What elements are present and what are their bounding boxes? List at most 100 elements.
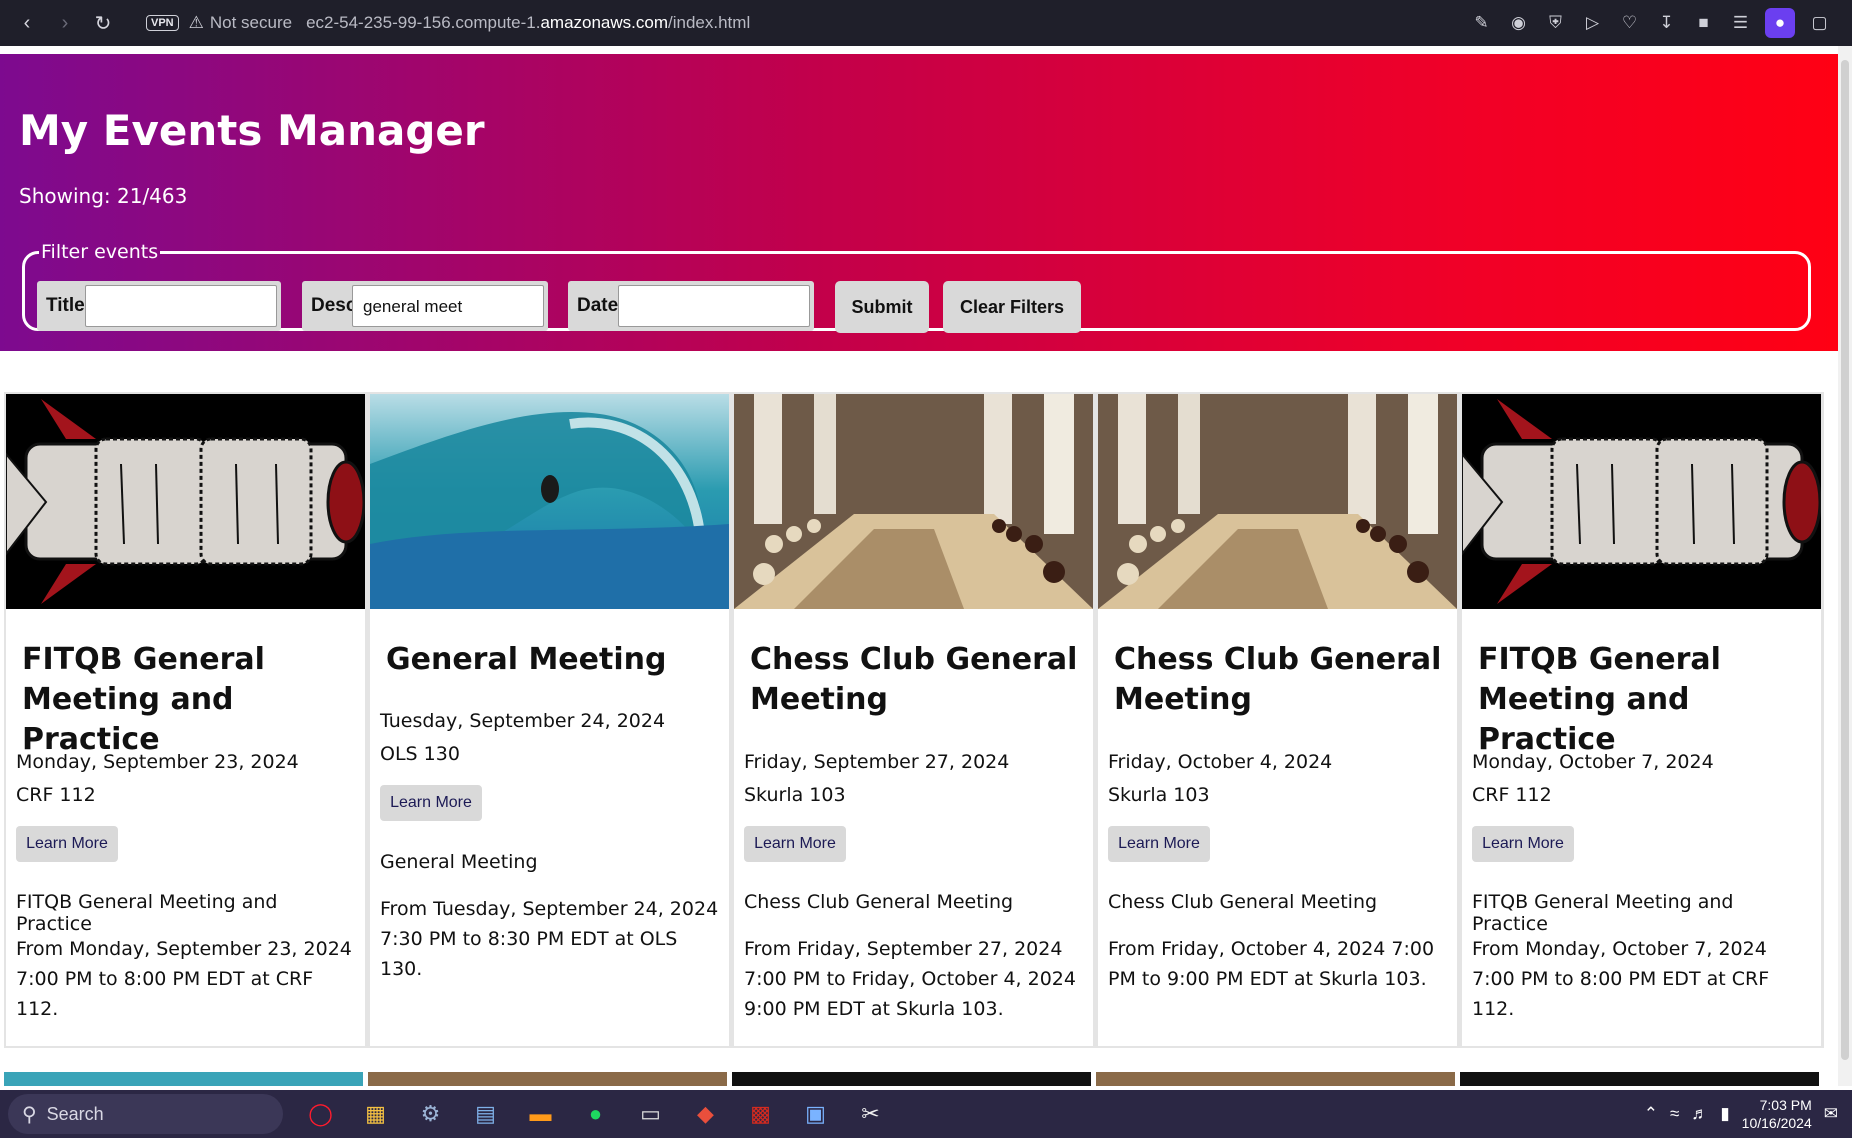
not-secure-label[interactable]: Not secure bbox=[210, 13, 292, 33]
surf-image-peek bbox=[4, 1072, 363, 1086]
address-bar[interactable]: ec2-54-235-99-156.compute-1.amazonaws.co… bbox=[306, 13, 750, 33]
page-title: My Events Manager bbox=[19, 106, 485, 155]
title-filter-input[interactable] bbox=[85, 285, 277, 327]
browser-toolbar: ‹ › ↻ VPN ⚠ Not secure ec2-54-235-99-156… bbox=[0, 0, 1852, 46]
event-description: FITQB General Meeting and Practice bbox=[1472, 891, 1734, 935]
chess-image bbox=[1098, 394, 1457, 609]
url-domain: amazonaws.com bbox=[540, 13, 669, 32]
learn-more-button[interactable]: Learn More bbox=[16, 826, 118, 862]
learn-more-button[interactable]: Learn More bbox=[744, 826, 846, 862]
desc-filter-input[interactable]: general meet bbox=[352, 285, 544, 327]
rocket-image bbox=[1462, 394, 1821, 609]
download-icon[interactable]: ↧ bbox=[1648, 5, 1685, 42]
system-tray: ⌃ ≈ ♬ ▮ 7:03 PM 10/16/2024 ✉ bbox=[1644, 1090, 1838, 1138]
event-card: Chess Club General Meeting Friday, Septe… bbox=[734, 394, 1093, 1046]
monitor-icon[interactable]: ▤ bbox=[458, 1092, 513, 1136]
event-date: Friday, October 4, 2024 bbox=[1108, 751, 1333, 773]
search-label: Search bbox=[46, 1103, 104, 1124]
desc-filter: Desc general meet bbox=[302, 281, 548, 331]
rocket-image bbox=[6, 394, 365, 609]
chess-image bbox=[734, 394, 1093, 609]
date-filter-input[interactable] bbox=[618, 285, 810, 327]
browser-nav: ‹ › ↻ bbox=[8, 4, 122, 42]
spotify-icon[interactable]: ● bbox=[568, 1092, 623, 1136]
terminal-icon[interactable]: ▭ bbox=[623, 1092, 678, 1136]
heart-icon[interactable]: ♡ bbox=[1611, 5, 1648, 42]
rocket-image-peek bbox=[732, 1072, 1091, 1086]
clock[interactable]: 7:03 PM 10/16/2024 bbox=[1742, 1096, 1812, 1132]
back-icon[interactable]: ‹ bbox=[8, 4, 46, 42]
chess-image-peek bbox=[368, 1072, 727, 1086]
event-details: From Monday, September 23, 2024 7:00 PM … bbox=[16, 938, 352, 1020]
learn-more-button[interactable]: Learn More bbox=[1108, 826, 1210, 862]
event-title: Chess Club General Meeting bbox=[1114, 642, 1442, 717]
reload-icon[interactable]: ↻ bbox=[84, 4, 122, 42]
shield-icon[interactable]: ⛨ bbox=[1537, 5, 1574, 42]
file-explorer-icon[interactable]: ▦ bbox=[348, 1092, 403, 1136]
clock-date: 10/16/2024 bbox=[1741, 1115, 1812, 1131]
event-description: Chess Club General Meeting bbox=[1108, 891, 1378, 913]
scrollbar-thumb[interactable] bbox=[1841, 60, 1849, 1060]
snipping-icon[interactable]: ✂ bbox=[843, 1092, 898, 1136]
warning-icon: ⚠ bbox=[188, 13, 204, 32]
page-header: My Events Manager Showing: 21/463 Filter… bbox=[0, 54, 1838, 351]
camera-icon[interactable]: ◉ bbox=[1500, 5, 1537, 42]
vpn-badge[interactable]: VPN bbox=[146, 15, 179, 31]
showing-count: Showing: 21/463 bbox=[19, 184, 188, 208]
event-title: General Meeting bbox=[386, 642, 667, 677]
opera-icon[interactable]: ◯ bbox=[293, 1092, 348, 1136]
event-location: OLS 130 bbox=[380, 743, 460, 765]
title-filter: Title bbox=[37, 281, 281, 331]
event-date: Tuesday, September 24, 2024 bbox=[380, 710, 666, 732]
surf-image bbox=[370, 394, 729, 609]
network-icon[interactable]: ▣ bbox=[788, 1092, 843, 1136]
event-title: FITQB General Meeting and Practice bbox=[1478, 642, 1721, 757]
chess-image-peek bbox=[1096, 1072, 1455, 1086]
extensions-icon[interactable]: ▢ bbox=[1801, 5, 1838, 42]
sidebar-icon[interactable]: ■ bbox=[1685, 5, 1722, 42]
event-card: Chess Club General Meeting Friday, Octob… bbox=[1098, 394, 1457, 1046]
event-location: CRF 112 bbox=[16, 784, 96, 806]
sublime-icon[interactable]: ▬ bbox=[513, 1092, 568, 1136]
page-scrollbar[interactable] bbox=[1838, 46, 1852, 1086]
event-details: From Friday, October 4, 2024 7:00 PM to … bbox=[1108, 938, 1435, 990]
menu-icon[interactable]: ☰ bbox=[1722, 5, 1759, 42]
event-description: Chess Club General Meeting bbox=[744, 891, 1014, 913]
clear-filters-button[interactable]: Clear Filters bbox=[943, 281, 1081, 333]
event-location: Skurla 103 bbox=[744, 784, 846, 806]
clock-time: 7:03 PM bbox=[1759, 1097, 1812, 1113]
events-grid: FITQB General Meeting and Practice Monda… bbox=[4, 392, 1824, 1048]
event-description: General Meeting bbox=[380, 851, 538, 873]
event-location: Skurla 103 bbox=[1108, 784, 1210, 806]
wifi-icon[interactable]: ≈ bbox=[1670, 1104, 1679, 1124]
play-icon[interactable]: ▷ bbox=[1574, 5, 1611, 42]
edit-icon[interactable]: ✎ bbox=[1463, 5, 1500, 42]
next-row-peek bbox=[4, 1072, 1824, 1086]
learn-more-button[interactable]: Learn More bbox=[380, 785, 482, 821]
filter-fieldset: Filter events Title Desc general meet Da… bbox=[22, 241, 1811, 333]
filezilla-icon[interactable]: ▩ bbox=[733, 1092, 788, 1136]
notification-icon[interactable]: ✉ bbox=[1824, 1104, 1838, 1124]
forward-icon[interactable]: › bbox=[46, 4, 84, 42]
taskbar-search[interactable]: ⚲ Search bbox=[8, 1094, 283, 1134]
url-prefix: ec2-54-235-99-156.compute-1. bbox=[306, 13, 541, 32]
settings-icon[interactable]: ⚙ bbox=[403, 1092, 458, 1136]
battery-icon[interactable]: ▮ bbox=[1720, 1104, 1729, 1124]
rocket-image-peek bbox=[1460, 1072, 1819, 1086]
url-path: /index.html bbox=[668, 13, 751, 32]
event-date: Friday, September 27, 2024 bbox=[744, 751, 1010, 773]
event-card: FITQB General Meeting and Practice Monda… bbox=[6, 394, 365, 1046]
event-card: FITQB General Meeting and Practice Monda… bbox=[1462, 394, 1821, 1046]
learn-more-button[interactable]: Learn More bbox=[1472, 826, 1574, 862]
profile-icon[interactable]: ● bbox=[1765, 8, 1795, 38]
speaker-muted-icon[interactable]: ♬ bbox=[1691, 1104, 1708, 1124]
chevron-up-icon[interactable]: ⌃ bbox=[1644, 1104, 1658, 1124]
submit-button[interactable]: Submit bbox=[835, 281, 929, 333]
event-date: Monday, September 23, 2024 bbox=[16, 751, 299, 773]
event-description: FITQB General Meeting and Practice bbox=[16, 891, 278, 935]
event-details: From Monday, October 7, 2024 7:00 PM to … bbox=[1472, 938, 1770, 1020]
filter-legend: Filter events bbox=[41, 241, 159, 263]
event-date: Monday, October 7, 2024 bbox=[1472, 751, 1714, 773]
taskbar: ⚲ Search ◯ ▦ ⚙ ▤ ▬ ● ▭ ◆ ▩ ▣ ✂ ⌃ ≈ ♬ ▮ 7… bbox=[0, 1090, 1852, 1138]
git-icon[interactable]: ◆ bbox=[678, 1092, 733, 1136]
